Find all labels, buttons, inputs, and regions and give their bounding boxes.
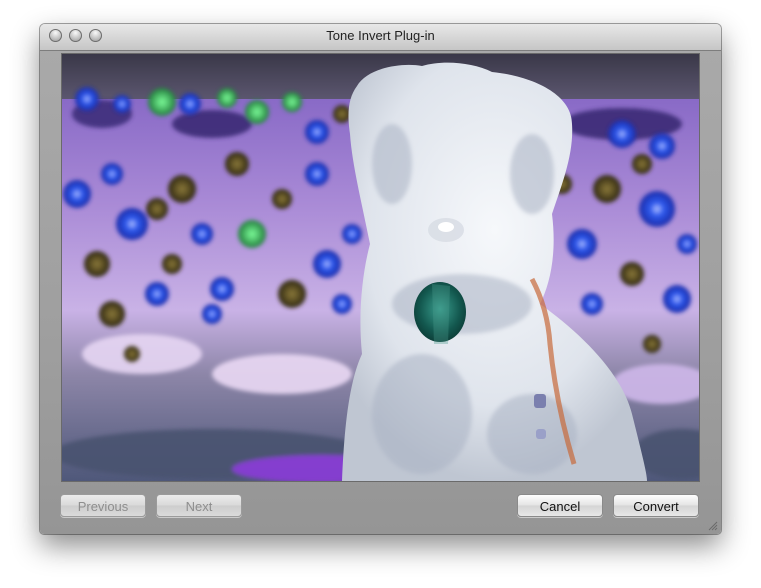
previous-button[interactable]: Previous: [60, 494, 146, 517]
inverted-photo: [62, 54, 699, 481]
screen: Tone Invert Plug-in Previous Next Cancel…: [0, 0, 761, 588]
plugin-window: Tone Invert Plug-in Previous Next Cancel…: [40, 24, 721, 534]
window-title: Tone Invert Plug-in: [326, 28, 435, 43]
title-bar[interactable]: Tone Invert Plug-in: [40, 24, 721, 51]
image-preview: [62, 54, 699, 481]
next-button[interactable]: Next: [156, 494, 242, 517]
convert-button[interactable]: Convert: [613, 494, 699, 517]
resize-grip-icon[interactable]: [706, 519, 718, 531]
cancel-button[interactable]: Cancel: [517, 494, 603, 517]
